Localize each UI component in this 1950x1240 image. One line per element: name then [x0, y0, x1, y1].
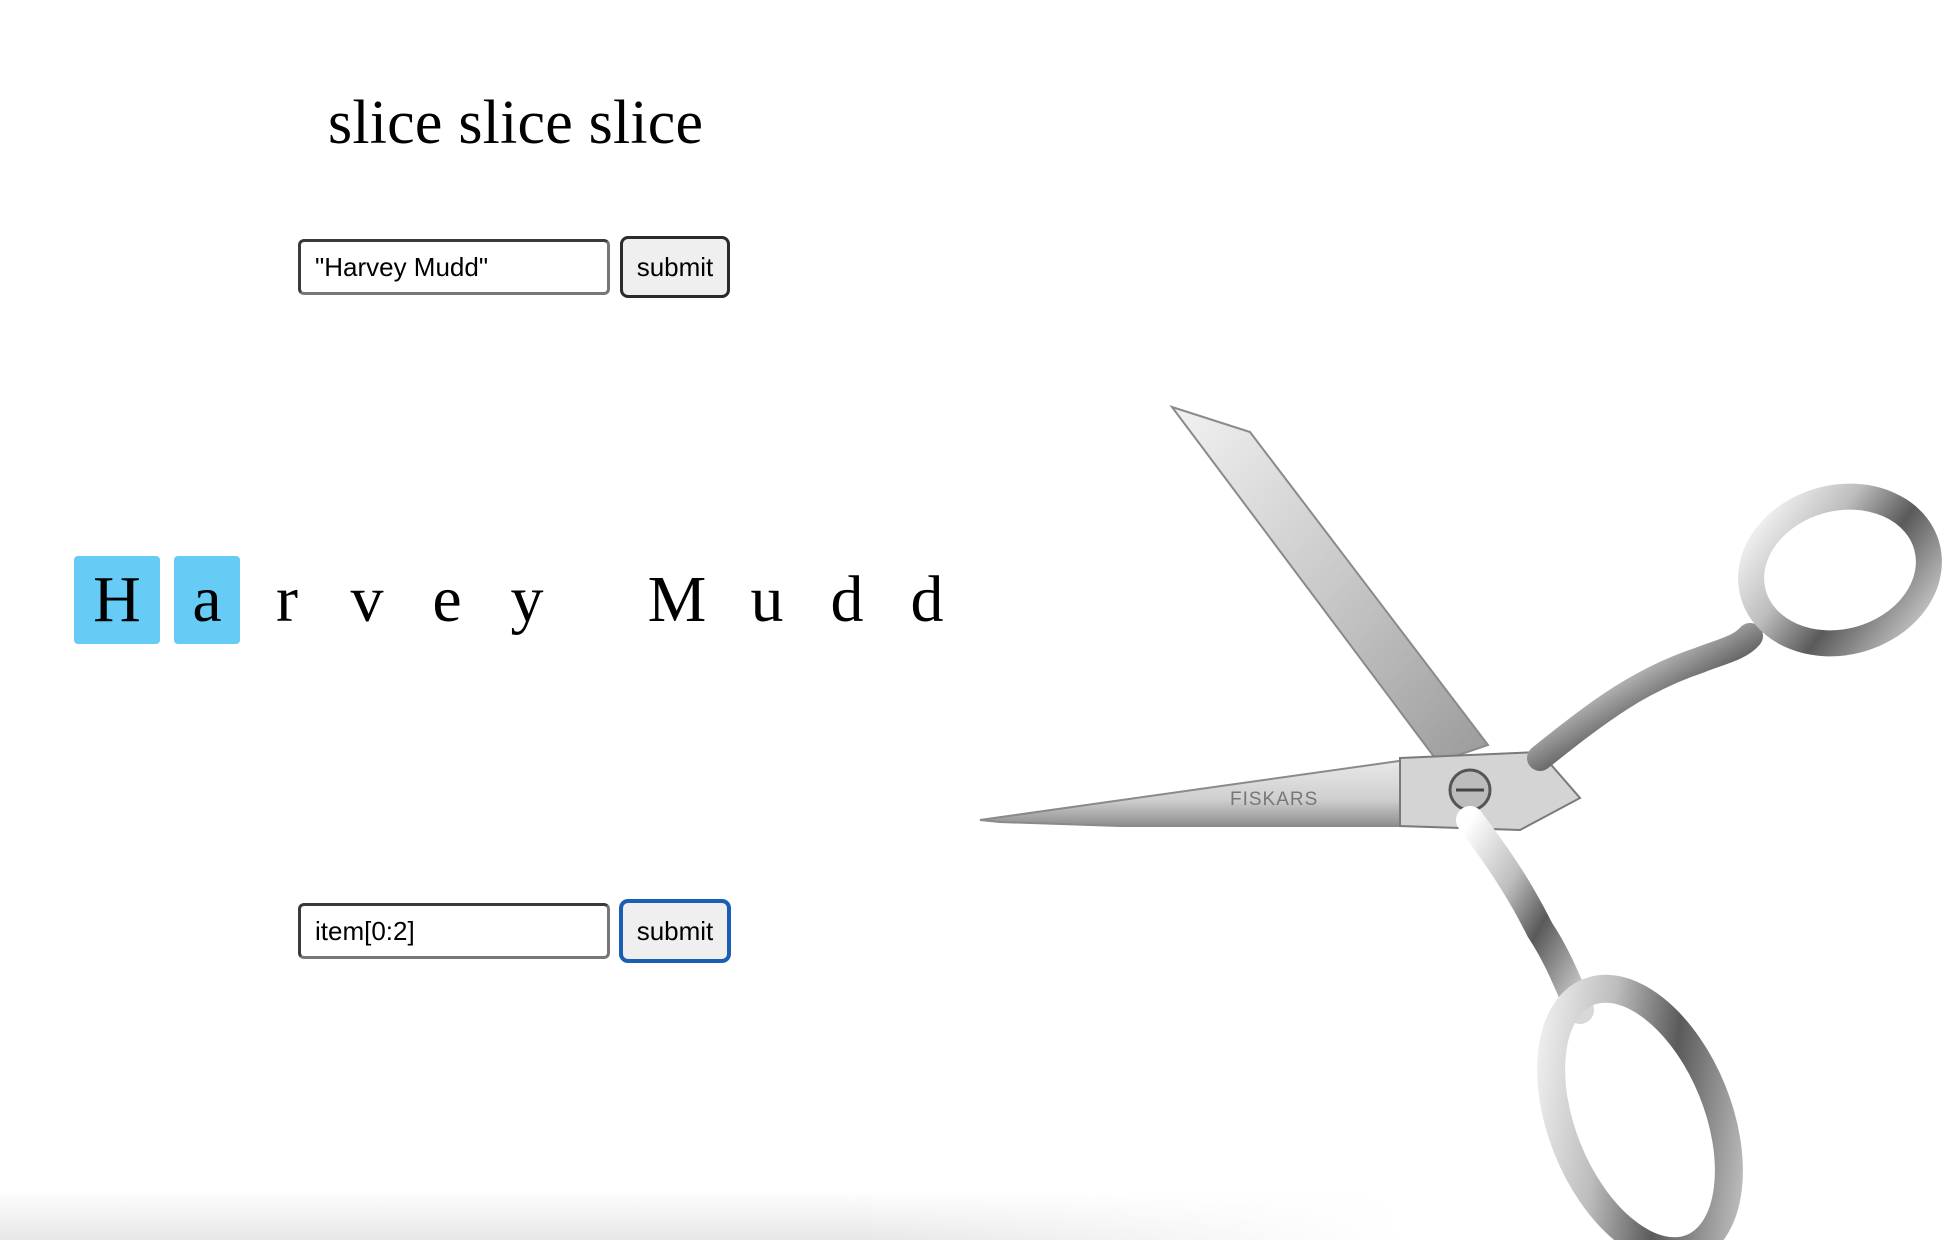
letter-tile: u [750, 563, 784, 636]
letter-tile: d [910, 563, 944, 636]
letter-tile: v [350, 563, 384, 636]
letter-tile: y [510, 563, 544, 636]
bottom-shadow [0, 1190, 1400, 1240]
slice-submit-button[interactable]: submit [620, 900, 730, 962]
string-input-row: submit [298, 236, 730, 298]
slice-input[interactable] [298, 903, 610, 959]
letter-tile: M [647, 563, 707, 636]
string-input[interactable] [298, 239, 610, 295]
scissors-brand-label: FISKARS [1230, 789, 1318, 810]
slice-input-row: submit [298, 900, 730, 962]
letter-strip: Harvey Mudd [74, 556, 974, 644]
letter-tile: a [174, 556, 240, 644]
scissors-image: FISKARS [979, 405, 1942, 1240]
letter-tile: H [74, 556, 160, 644]
letter-tile: e [432, 563, 462, 636]
page-title: slice slice slice [328, 89, 704, 157]
page: slice slice slice submit Harvey Mudd sub… [0, 0, 1950, 1240]
string-submit-button[interactable]: submit [620, 236, 730, 298]
letter-tile: r [276, 563, 298, 636]
letter-tile: d [830, 563, 864, 636]
letter-space [574, 556, 620, 644]
